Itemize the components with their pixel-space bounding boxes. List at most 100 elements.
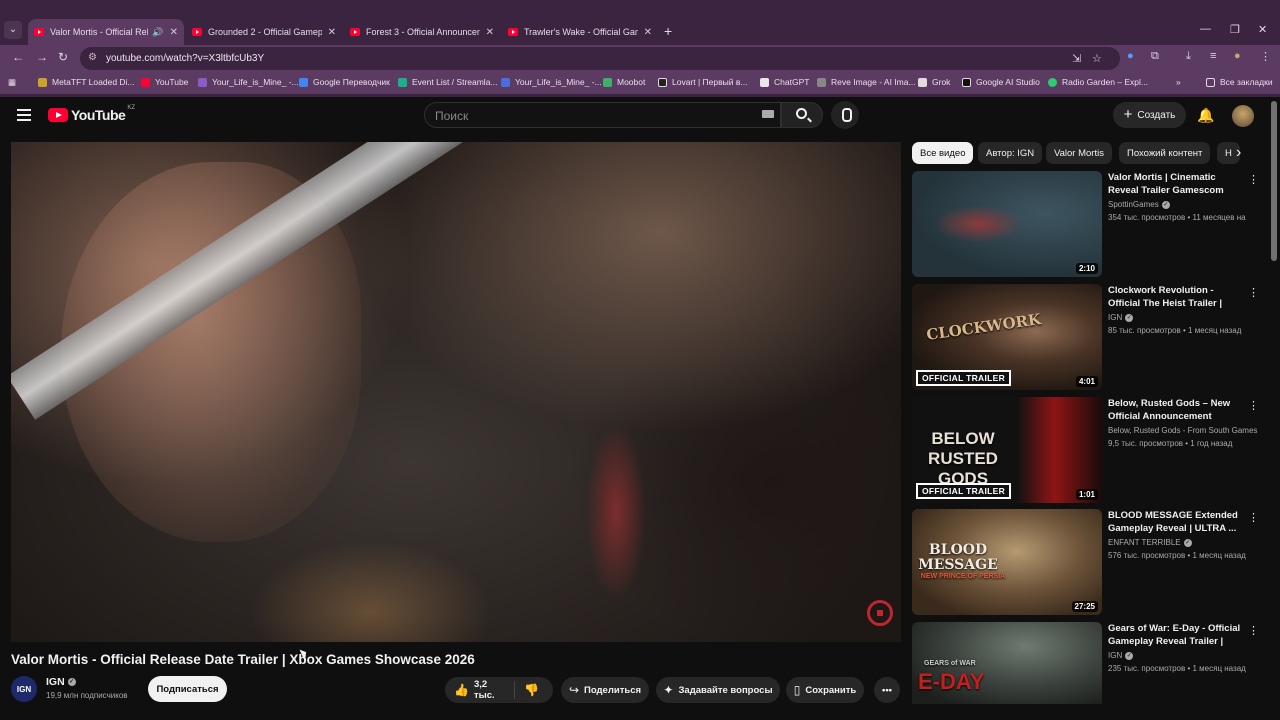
video-thumbnail[interactable]: BELOW RUSTED GODS OFFICIAL TRAILER 1:01 <box>912 397 1102 503</box>
all-bookmarks-folder[interactable]: Все закладки <box>1206 77 1273 87</box>
recommendation-item[interactable]: BLOOD MESSAGE NEW PRINCE OF PERSIA 27:25… <box>912 509 1262 615</box>
dislike-button[interactable]: 👎 <box>515 677 553 703</box>
new-tab-button[interactable]: + <box>664 23 672 39</box>
maximize-icon[interactable]: ❐ <box>1230 23 1240 36</box>
speaker-icon[interactable]: 🔊 <box>152 27 163 38</box>
chevron-right-icon[interactable]: › <box>1236 144 1241 162</box>
bookmark-item[interactable]: Lovart | Первый в... <box>658 77 747 87</box>
channel-name[interactable]: IGN ✓ <box>46 676 76 688</box>
rec-title[interactable]: BLOOD MESSAGE Extended Gameplay Reveal |… <box>1108 509 1242 535</box>
search-input[interactable] <box>435 108 735 124</box>
recommendation-item[interactable]: GEARS of WAR E-DAY Gears of War: E-Day -… <box>912 622 1262 704</box>
bookmark-item[interactable]: Google Переводчик <box>299 77 390 87</box>
bookmark-item[interactable]: ChatGPT <box>760 77 809 87</box>
recommendation-item[interactable]: BELOW RUSTED GODS OFFICIAL TRAILER 1:01 … <box>912 397 1262 503</box>
tab-forest-3[interactable]: Forest 3 - Official Announceme ✕ <box>344 19 500 45</box>
rec-title[interactable]: Clockwork Revolution - Official The Heis… <box>1108 284 1242 310</box>
tab-close-icon[interactable]: ✕ <box>644 27 652 38</box>
apps-grid-icon[interactable]: ▦ <box>8 77 16 88</box>
extensions-puzzle-icon[interactable]: ⧉ <box>1151 50 1159 63</box>
save-button[interactable]: ▯ Сохранить <box>786 677 864 703</box>
bookmark-item[interactable]: Google AI Studio <box>962 77 1040 87</box>
more-vert-icon[interactable]: ⋮ <box>1248 624 1259 637</box>
tab-close-icon[interactable]: ✕ <box>486 27 494 38</box>
recommendation-item[interactable]: CLOCKWORK OFFICIAL TRAILER 4:01 Clockwor… <box>912 284 1262 390</box>
tab-close-icon[interactable]: ✕ <box>328 27 336 38</box>
more-vert-icon[interactable]: ⋮ <box>1248 399 1259 412</box>
tab-grounded-2[interactable]: Grounded 2 - Official Gameplay ✕ <box>186 19 342 45</box>
back-icon[interactable]: ← <box>12 50 24 64</box>
voice-search-icon[interactable] <box>831 101 859 129</box>
more-vert-icon[interactable]: ⋮ <box>1248 286 1259 299</box>
bookmark-item[interactable]: Moobot <box>603 77 645 87</box>
video-thumbnail[interactable]: BLOOD MESSAGE NEW PRINCE OF PERSIA 27:25 <box>912 509 1102 615</box>
bookmark-item[interactable]: Reve Image - AI Ima... <box>817 77 916 87</box>
page-scrollbar[interactable] <box>1270 97 1278 720</box>
extension-icon[interactable]: ● <box>1127 50 1134 62</box>
chip-author-ign[interactable]: Автор: IGN <box>978 142 1043 164</box>
video-thumbnail[interactable]: 2:10 <box>912 171 1102 277</box>
video-thumbnail[interactable]: CLOCKWORK OFFICIAL TRAILER 4:01 <box>912 284 1102 390</box>
rec-title[interactable]: Gears of War: E-Day - Official Gameplay … <box>1108 622 1242 648</box>
channel-avatar[interactable]: IGN <box>11 676 37 702</box>
rec-channel[interactable]: IGN ✓ <box>1108 651 1134 660</box>
keyboard-icon[interactable] <box>762 110 774 118</box>
thumbnail-text: BELOW RUSTED GODS <box>928 429 998 488</box>
create-button[interactable]: + Создать <box>1113 102 1186 128</box>
rec-meta: 576 тыс. просмотров • 1 месяц назад <box>1108 551 1246 560</box>
tab-search-button[interactable]: ⌄ <box>4 21 22 39</box>
menu-icon[interactable] <box>17 109 31 121</box>
bookmarks-overflow-icon[interactable]: » <box>1176 77 1181 87</box>
subscribe-button[interactable]: Подписаться <box>148 676 227 702</box>
bookmark-item[interactable]: Radio Garden – Expl... <box>1048 77 1148 87</box>
tab-valor-mortis[interactable]: Valor Mortis - Official Release 🔊 ✕ <box>28 19 184 45</box>
bookmark-item[interactable]: Your_Life_is_Mine_ -... <box>501 77 602 87</box>
thumbs-up-icon: 👍 <box>454 683 469 697</box>
forward-icon[interactable]: → <box>36 50 48 64</box>
video-thumbnail[interactable]: GEARS of WAR E-DAY <box>912 622 1102 704</box>
rec-channel[interactable]: ENFANT TERRIBLE ✓ <box>1108 538 1192 547</box>
notifications-bell-icon[interactable]: 🔔 <box>1197 107 1214 124</box>
youtube-logo[interactable]: YouTube KZ <box>48 105 135 123</box>
bookmark-star-icon[interactable]: ☆ <box>1092 52 1102 65</box>
more-actions-button[interactable]: ••• <box>874 677 900 703</box>
account-avatar[interactable] <box>1232 105 1254 127</box>
rec-title[interactable]: Below, Rusted Gods – New Official Announ… <box>1108 397 1242 423</box>
profile-avatar-icon[interactable]: ● <box>1234 50 1241 62</box>
media-controls-icon[interactable]: ≡ <box>1210 50 1216 62</box>
close-window-icon[interactable]: ✕ <box>1258 23 1267 36</box>
bookmark-item[interactable]: MetaTFT Loaded Di... <box>38 77 135 87</box>
scrollbar-thumb[interactable] <box>1271 101 1277 261</box>
chip-valor-mortis[interactable]: Valor Mortis <box>1046 142 1112 164</box>
browser-menu-icon[interactable]: ⋮ <box>1260 50 1271 63</box>
more-vert-icon[interactable]: ⋮ <box>1248 511 1259 524</box>
search-box <box>424 102 781 128</box>
url-text[interactable]: youtube.com/watch?v=X3ltbfcUb3Y <box>106 53 264 64</box>
install-app-icon[interactable]: ⇲ <box>1072 52 1081 65</box>
rec-title[interactable]: Valor Mortis | Cinematic Reveal Trailer … <box>1108 171 1242 197</box>
tab-close-icon[interactable]: ✕ <box>170 27 178 38</box>
bookmark-item[interactable]: Your_Life_is_Mine_ -... <box>198 77 299 87</box>
chip-all-videos[interactable]: Все видео <box>912 142 974 164</box>
search-button[interactable] <box>781 102 823 128</box>
verified-icon: ✓ <box>1125 313 1134 322</box>
rec-channel[interactable]: SpottinGames ✓ <box>1108 200 1170 209</box>
ask-button[interactable]: ✦ Задавайте вопросы <box>656 677 780 703</box>
downloads-icon[interactable]: ⤓ <box>1186 50 1191 63</box>
share-button[interactable]: ↪ Поделиться <box>561 677 649 703</box>
bookmark-item[interactable]: Event List / Streamla... <box>398 77 498 87</box>
more-vert-icon[interactable]: ⋮ <box>1248 173 1259 186</box>
site-info-icon[interactable]: ⚙ <box>88 52 97 63</box>
video-player[interactable] <box>11 142 901 642</box>
bookmark-item[interactable]: YouTube <box>141 77 188 87</box>
chip-related[interactable]: Похожий контент <box>1119 142 1211 164</box>
tab-trawlers-wake[interactable]: Trawler's Wake - Official Gamep ✕ <box>502 19 658 45</box>
recommendation-item[interactable]: 2:10 Valor Mortis | Cinematic Reveal Tra… <box>912 171 1262 277</box>
like-button[interactable]: 👍 3,2 тыс. <box>445 677 514 703</box>
rec-channel[interactable]: Below, Rusted Gods - From South Games <box>1108 426 1257 435</box>
reload-icon[interactable]: ↻ <box>58 50 68 64</box>
rec-channel[interactable]: IGN ✓ <box>1108 313 1134 322</box>
bookmark-item[interactable]: Grok <box>918 77 950 87</box>
minimize-icon[interactable]: — <box>1200 23 1211 35</box>
address-bar[interactable]: ⚙ youtube.com/watch?v=X3ltbfcUb3Y ⇲ ☆ <box>80 47 1120 70</box>
